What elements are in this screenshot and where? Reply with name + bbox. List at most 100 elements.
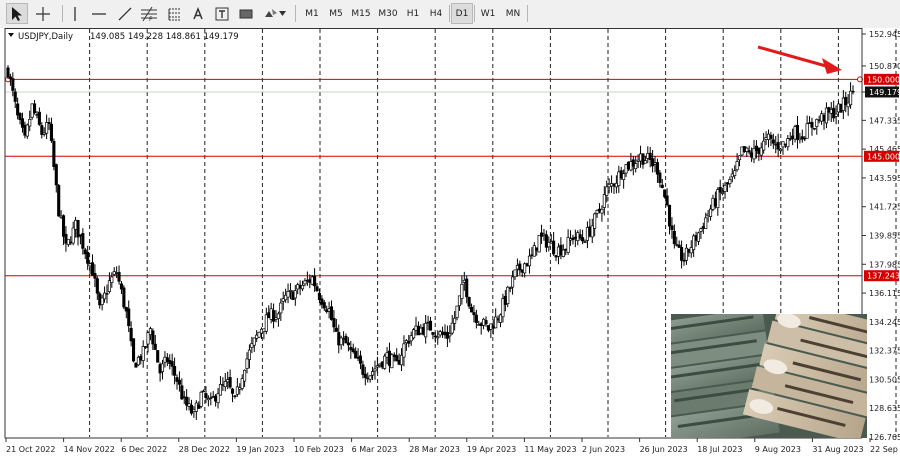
candle-body <box>730 173 734 178</box>
candle-body <box>764 137 768 140</box>
candle-body <box>595 210 599 214</box>
candle-body <box>206 397 210 401</box>
text-tool-button[interactable] <box>188 3 208 24</box>
candle-body <box>750 152 754 158</box>
timeframe-h1-button[interactable]: H1 <box>402 3 424 24</box>
timeframe-d1-button[interactable]: D1 <box>451 3 473 24</box>
candle-body <box>684 247 688 261</box>
candle-body <box>105 293 109 295</box>
candle-body <box>829 109 833 114</box>
candle-body <box>648 152 652 161</box>
yen-dollar-banknotes-photo <box>671 314 867 438</box>
shapes-dropdown-button[interactable] <box>260 3 288 24</box>
timeframe-m5-button[interactable]: M5 <box>324 3 348 24</box>
text-label-tool-button[interactable] <box>212 3 232 24</box>
candle-body <box>641 153 645 165</box>
crosshair-tool-button[interactable] <box>32 3 54 24</box>
chart-toolbar: F M1 M5 M15 M30 H1 H4 D1 W1 MN <box>0 0 900 29</box>
candle-body <box>793 126 797 140</box>
candle-body <box>535 247 539 251</box>
candle-body <box>245 358 249 369</box>
x-tick-label: 9 Aug 2023 <box>755 445 801 454</box>
candle-body <box>204 393 208 399</box>
candle-body <box>791 135 795 139</box>
candle-body <box>672 230 676 245</box>
candle-body <box>416 325 420 336</box>
candle-body <box>602 194 606 208</box>
candle-body <box>511 276 515 288</box>
fibonacci-tool-button[interactable]: F <box>138 3 160 24</box>
candle-body <box>122 287 126 308</box>
candle-body <box>556 246 561 257</box>
candle-body <box>680 247 684 261</box>
candle-body <box>30 103 34 118</box>
channel-icon <box>168 8 181 20</box>
candle-body <box>346 342 350 346</box>
timeframe-h4-button[interactable]: H4 <box>424 3 448 24</box>
y-tick-label: 130.505 <box>869 375 900 384</box>
candle-body <box>774 143 778 146</box>
candle-body <box>390 354 394 369</box>
candle-body <box>752 148 756 160</box>
candle-body <box>182 396 186 398</box>
candle-body <box>358 355 363 364</box>
candle-body <box>337 332 341 346</box>
candle-body <box>189 404 194 414</box>
timeframe-mn-button[interactable]: MN <box>500 3 526 24</box>
candle-body <box>252 337 256 346</box>
chevron-down-icon <box>278 11 286 16</box>
candle-body <box>530 254 534 256</box>
candle-body <box>351 348 355 352</box>
candle-body <box>549 241 553 244</box>
candle-body <box>525 263 529 267</box>
candle-body <box>817 119 821 122</box>
candle-body <box>655 162 659 175</box>
candle-body <box>457 295 462 307</box>
candle-body <box>293 290 297 299</box>
candle-body <box>281 298 285 302</box>
candle-body <box>194 402 198 412</box>
timeframe-m1-button[interactable]: M1 <box>300 3 324 24</box>
trendline-tool-button[interactable] <box>114 3 136 24</box>
candle-body <box>387 350 392 366</box>
candle-body <box>771 139 775 144</box>
timeframe-m15-button[interactable]: M15 <box>348 3 374 24</box>
candle-body <box>124 307 128 312</box>
candle-body <box>47 122 51 125</box>
candle-body <box>547 241 551 248</box>
candle-body <box>160 363 165 372</box>
horizontal-line-tool-button[interactable] <box>88 3 110 24</box>
cursor-tool-button[interactable] <box>6 3 28 24</box>
candle-body <box>489 323 493 330</box>
candle-body <box>110 276 114 284</box>
candle-body <box>52 141 56 167</box>
vertical-line-icon <box>74 6 76 21</box>
candle-body <box>455 305 459 318</box>
vertical-line-tool-button[interactable] <box>68 3 82 24</box>
candle-body <box>156 350 160 363</box>
candle-body <box>165 357 169 362</box>
candle-body <box>515 265 519 270</box>
candle-body <box>49 123 54 141</box>
timeframe-w1-button[interactable]: W1 <box>476 3 500 24</box>
candle-body <box>383 355 387 369</box>
candle-body <box>88 263 92 267</box>
timeframe-m30-button[interactable]: M30 <box>374 3 402 24</box>
rectangle-tool-button[interactable] <box>236 3 256 24</box>
candle-body <box>310 276 314 285</box>
candle-body <box>153 343 157 350</box>
candle-body <box>614 182 618 188</box>
fibonacci-icon: F <box>141 6 157 22</box>
candle-body <box>170 361 174 367</box>
candle-body <box>600 208 604 214</box>
candle-body <box>146 332 150 345</box>
channel-tool-button[interactable] <box>164 3 186 24</box>
candle-body <box>298 284 302 289</box>
candle-body <box>597 208 602 212</box>
toolbar-separator <box>449 5 450 22</box>
candle-body <box>136 356 140 366</box>
x-tick-label: 11 May 2023 <box>524 445 576 454</box>
candle-body <box>262 328 266 332</box>
candle-body <box>117 272 121 282</box>
candle-body <box>431 332 435 335</box>
